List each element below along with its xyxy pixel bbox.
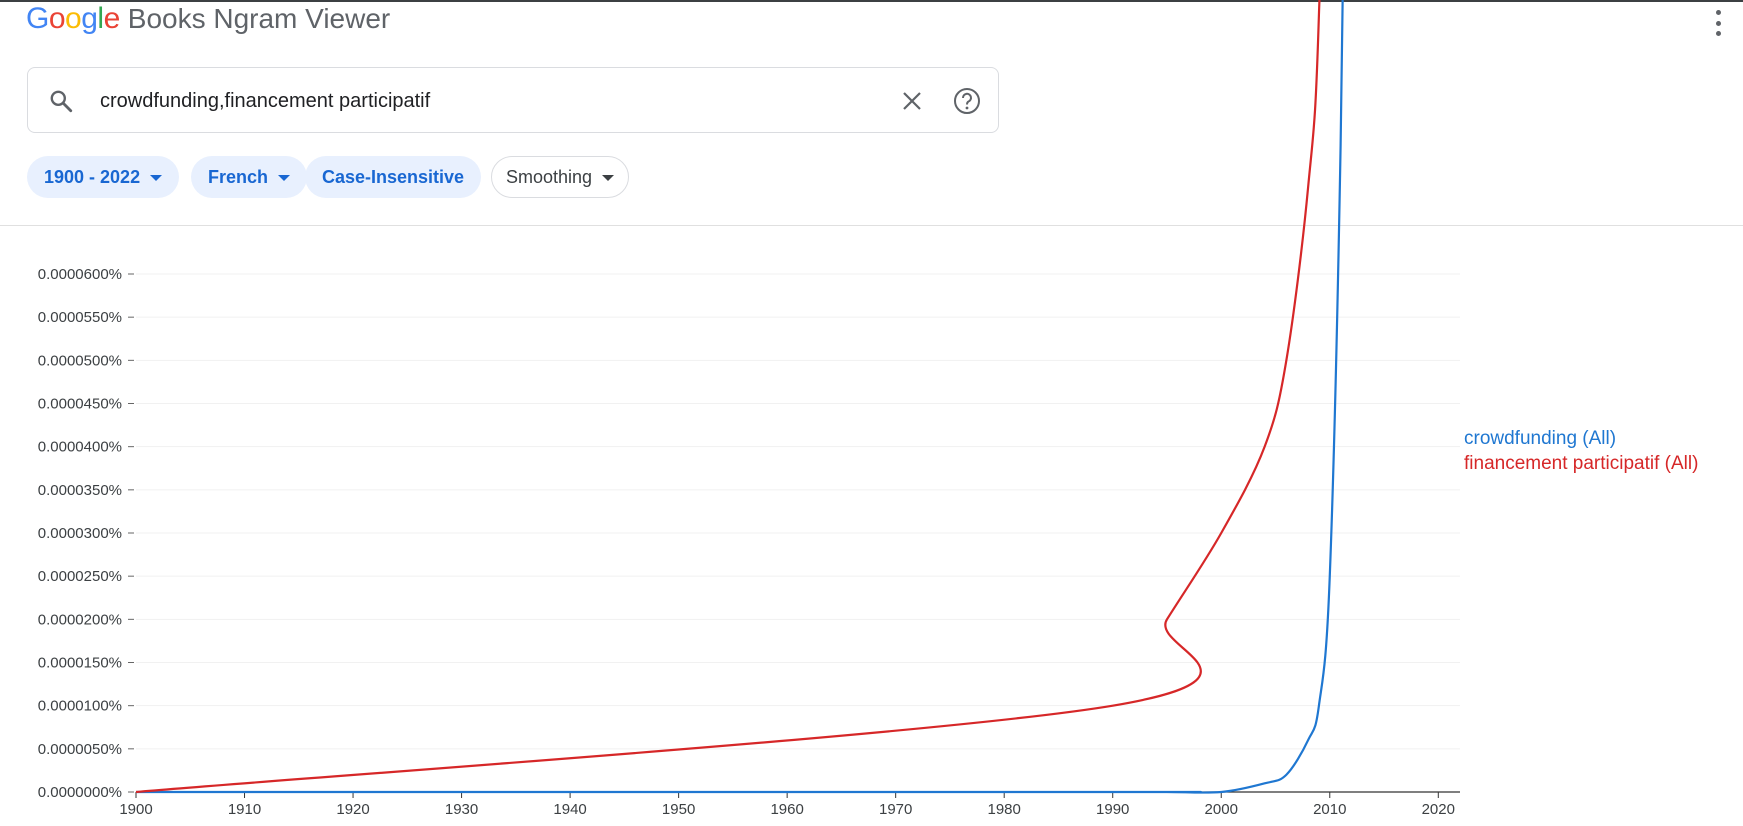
y-tick-label: 0.0000200% [38,611,122,628]
y-tick-label: 0.0000000% [38,784,122,801]
x-tick-label: 1900 [119,801,152,818]
x-tick-label: 1950 [662,801,695,818]
y-tick-label: 0.0000300% [38,525,122,542]
x-tick-label: 2020 [1422,801,1455,818]
ngram-chart: 0.0000000% 0.0000050% 0.0000100% 0.0000150%… [38,0,1698,818]
x-tick-label: 1980 [988,801,1021,818]
y-tick-label: 0.0000500% [38,352,122,369]
y-tick-label: 0.0000100% [38,698,122,715]
x-tick-label: 1960 [770,801,803,818]
x-tick-label: 1910 [228,801,261,818]
y-tick-label: 0.0000600% [38,266,122,283]
x-tick-label: 1970 [879,801,912,818]
y-tick-label: 0.0000150% [38,655,122,672]
y-tick-label: 0.0000550% [38,309,122,326]
x-tick-label: 2010 [1313,801,1346,818]
series-line [135,0,1345,794]
x-tick-label: 1920 [336,801,369,818]
x-tick-label: 2000 [1205,801,1238,818]
y-tick-label: 0.0000250% [38,568,122,585]
series-label: financement participatif (All) [1464,453,1698,474]
y-tick-label: 0.0000350% [38,482,122,499]
x-tick-label: 1990 [1096,801,1129,818]
y-tick-label: 0.0000050% [38,741,122,758]
y-tick-label: 0.0000450% [38,396,122,413]
x-tick-label: 1940 [553,801,586,818]
x-tick-label: 1930 [445,801,478,818]
y-tick-label: 0.0000400% [38,439,122,456]
series-label: crowdfunding (All) [1464,428,1616,449]
series-line [135,0,1321,794]
